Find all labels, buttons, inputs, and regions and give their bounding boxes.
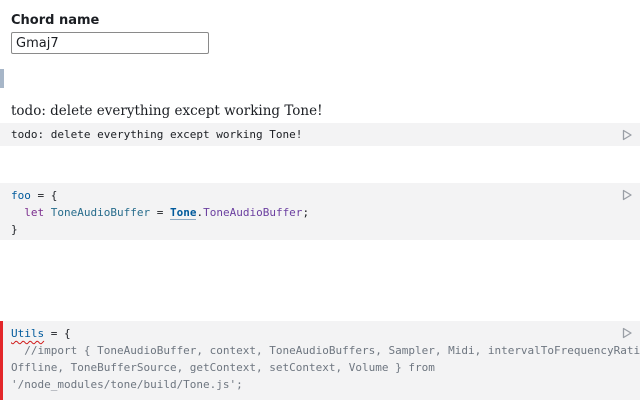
run-cell-button[interactable] xyxy=(621,189,633,201)
code-keyword-let: let xyxy=(24,206,45,219)
code-comment-line: '/node_modules/tone/build/Tone.js'; xyxy=(11,378,243,391)
code-var-name: foo xyxy=(11,189,31,202)
code-eq: = xyxy=(150,206,170,219)
run-cell-button[interactable] xyxy=(621,129,633,141)
code-error-name: Utils xyxy=(11,327,45,340)
code-cell-foo[interactable]: foo = { let ToneAudioBuffer = Tone.ToneA… xyxy=(0,183,640,240)
code-assign: = { xyxy=(44,327,71,340)
cell-focus-marker xyxy=(0,69,4,88)
play-icon xyxy=(621,327,633,339)
play-icon xyxy=(621,129,633,141)
code-comment-line: //import { ToneAudioBuffer, context, Ton… xyxy=(11,344,640,357)
code-block: Utils = { //import { ToneAudioBuffer, co… xyxy=(11,325,640,393)
code-close-brace: } xyxy=(11,223,18,236)
code-tone-reference[interactable]: Tone xyxy=(169,206,197,220)
cell-output-text: todo: delete everything except working T… xyxy=(11,103,323,119)
code-block: foo = { let ToneAudioBuffer = Tone.ToneA… xyxy=(11,187,309,238)
code-semi: ; xyxy=(302,206,310,219)
code-line: todo: delete everything except working T… xyxy=(11,128,303,141)
code-cell-utils[interactable]: Utils = { //import { ToneAudioBuffer, co… xyxy=(0,321,640,400)
play-icon xyxy=(621,189,633,201)
code-local-var: ToneAudioBuffer xyxy=(50,206,151,219)
code-comment-line: Offline, ToneBufferSource, getContext, s… xyxy=(11,361,435,374)
code-member: ToneAudioBuffer xyxy=(203,206,303,219)
run-cell-button[interactable] xyxy=(621,327,633,339)
chord-name-label: Chord name xyxy=(11,13,100,28)
code-assign: = { xyxy=(30,189,58,202)
code-cell-todo[interactable]: todo: delete everything except working T… xyxy=(0,123,640,146)
chord-name-input[interactable] xyxy=(11,32,209,54)
cell-error-marker xyxy=(0,321,3,400)
